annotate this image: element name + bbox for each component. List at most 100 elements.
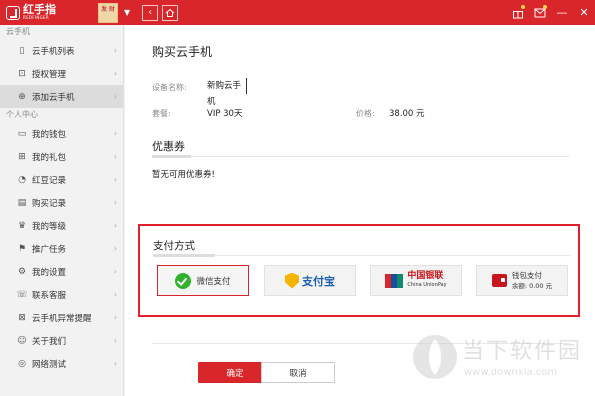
sidebar-item-cloud-phone-list[interactable]: ▯ 云手机列表 › (0, 39, 123, 62)
home-button[interactable] (162, 4, 179, 21)
chevron-right-icon: › (113, 69, 117, 78)
bean-icon: ◔ (18, 174, 26, 185)
title-bar: 红手指 REDFINGER 发 财 ▼ ‹ — ✕ (0, 0, 595, 25)
chevron-right-icon: › (113, 313, 117, 322)
smile-icon: ☺ (17, 335, 27, 346)
mail-icon (534, 8, 546, 17)
gift-icon: ⊞ (18, 151, 26, 162)
wechat-icon (175, 272, 192, 289)
chevron-right-icon: › (113, 46, 117, 55)
service-icon: ☏ (16, 289, 28, 300)
payment-method-section: 支付方式 微信支付 支付宝 中国银联 China UnionPay 钱包支付 余… (138, 224, 580, 317)
sidebar-item-label: 购买记录 (32, 198, 67, 209)
sidebar-item-label: 联系客服 (32, 290, 67, 301)
price-value: 38.00 元 (389, 109, 425, 119)
sidebar-item-customer-service[interactable]: ☏ 联系客服 › (0, 283, 123, 306)
network-icon: ◎ (18, 358, 26, 369)
sidebar-item-gift[interactable]: ⊞ 我的礼包 › (0, 145, 123, 168)
chevron-right-icon: › (113, 359, 117, 368)
wechat-pay-label: 微信支付 (196, 276, 231, 287)
sidebar-section-cloud: 云手机 (6, 27, 30, 36)
sidebar-item-label: 网络测试 (32, 359, 67, 370)
unionpay-option[interactable]: 中国银联 China UnionPay (370, 265, 462, 296)
sidebar-section-personal: 个人中心 (6, 110, 38, 119)
gear-icon: ⚙ (17, 266, 27, 277)
sidebar-item-add-cloud-phone[interactable]: ⊕ 添加云手机 › (0, 85, 123, 108)
chevron-right-icon: › (113, 267, 117, 276)
package-value: VIP 30天 (207, 109, 243, 119)
close-icon: ✕ (579, 6, 589, 19)
sidebar-item-label: 添加云手机 (32, 92, 75, 103)
wallet-icon (491, 274, 507, 287)
sidebar: 云手机 ▯ 云手机列表 › ⊡ 授权管理 › ⊕ 添加云手机 › 个人中心 ▭ … (0, 25, 124, 396)
unionpay-label-en: China UnionPay (407, 281, 447, 288)
avatar[interactable]: 发 财 (98, 2, 118, 23)
alipay-option[interactable]: 支付宝 (264, 265, 356, 296)
sidebar-item-settings[interactable]: ⚙ 我的设置 › (0, 260, 123, 283)
sidebar-item-label: 推广任务 (32, 244, 67, 255)
alert-icon: ⊠ (18, 312, 26, 323)
payment-title-underline (153, 254, 215, 257)
sidebar-item-network-test[interactable]: ◎ 网络测试 › (0, 352, 123, 375)
minimize-button[interactable]: — (551, 0, 573, 25)
sidebar-item-label: 我的礼包 (32, 152, 67, 163)
cancel-button[interactable]: 取消 (261, 362, 335, 383)
payment-divider (153, 255, 571, 256)
wechat-pay-option[interactable]: 微信支付 (157, 265, 249, 296)
chevron-right-icon: › (113, 244, 117, 253)
sidebar-item-label: 我的设置 (32, 267, 67, 278)
minimize-icon: — (556, 6, 568, 19)
sidebar-item-wallet[interactable]: ▭ 我的钱包 › (0, 122, 123, 145)
message-button[interactable] (529, 0, 551, 25)
bottom-divider (152, 343, 570, 344)
wallet-icon: ▭ (17, 128, 27, 139)
authorize-icon: ⊡ (18, 68, 26, 79)
flag-icon: ⚑ (17, 243, 27, 254)
chevron-right-icon: › (113, 92, 117, 101)
logo-subtext: REDFINGER (23, 15, 49, 20)
coupon-title-underline (152, 155, 191, 158)
add-circle-icon: ⊕ (18, 91, 26, 102)
notification-dot (521, 5, 525, 9)
alipay-label: 支付宝 (302, 274, 335, 288)
sidebar-item-label: 我的钱包 (32, 129, 67, 140)
unionpay-label: 中国银联 (407, 270, 444, 281)
sidebar-item-bean-records[interactable]: ◔ 红豆记录 › (0, 168, 123, 191)
close-button[interactable]: ✕ (573, 0, 595, 25)
sidebar-item-purchase-records[interactable]: ▤ 购买记录 › (0, 191, 123, 214)
wallet-pay-option[interactable]: 钱包支付 余额: 0.00 元 (476, 265, 568, 296)
chevron-left-icon: ‹ (148, 7, 153, 18)
coupon-divider (152, 156, 570, 157)
back-button[interactable]: ‹ (142, 4, 159, 21)
payment-section-title: 支付方式 (153, 240, 195, 252)
logo-text: 红手指 (23, 3, 56, 16)
alipay-icon (285, 272, 299, 289)
sidebar-item-promotion[interactable]: ⚑ 推广任务 › (0, 237, 123, 260)
purchase-icon: ▤ (17, 197, 27, 208)
gift-button[interactable] (507, 0, 529, 25)
sidebar-item-exception-alert[interactable]: ⊠ 云手机异常提醒 › (0, 306, 123, 329)
sidebar-item-authorization[interactable]: ⊡ 授权管理 › (0, 62, 123, 85)
chevron-right-icon: › (113, 198, 117, 207)
coupon-section-title: 优惠券 (152, 140, 185, 153)
sidebar-item-label: 云手机异常提醒 (32, 313, 92, 324)
wallet-balance: 余额: 0.00 元 (511, 281, 553, 290)
device-name-field[interactable]: 新购云手机 (207, 78, 247, 107)
app-logo: 红手指 REDFINGER (0, 4, 78, 21)
sidebar-item-label: 授权管理 (32, 69, 67, 80)
sidebar-item-level[interactable]: ♛ 我的等级 › (0, 214, 123, 237)
sidebar-item-label: 云手机列表 (32, 46, 75, 57)
home-icon (165, 8, 175, 17)
sidebar-item-label: 我的等级 (32, 221, 67, 232)
chevron-right-icon: › (113, 221, 117, 230)
package-label: 套餐: (152, 109, 171, 118)
chevron-down-icon[interactable]: ▼ (124, 8, 130, 17)
redfinger-logo-icon (6, 5, 20, 20)
crown-icon: ♛ (17, 220, 27, 231)
coupon-empty-message: 暂无可用优惠券! (152, 170, 215, 180)
sidebar-item-about[interactable]: ☺ 关于我们 › (0, 329, 123, 352)
sidebar-item-label: 红豆记录 (32, 175, 67, 186)
chevron-right-icon: › (113, 336, 117, 345)
notification-dot (543, 5, 547, 9)
main-panel: 购买云手机 设备名称: 新购云手机 套餐: VIP 30天 价格: 38.00 … (125, 25, 595, 396)
